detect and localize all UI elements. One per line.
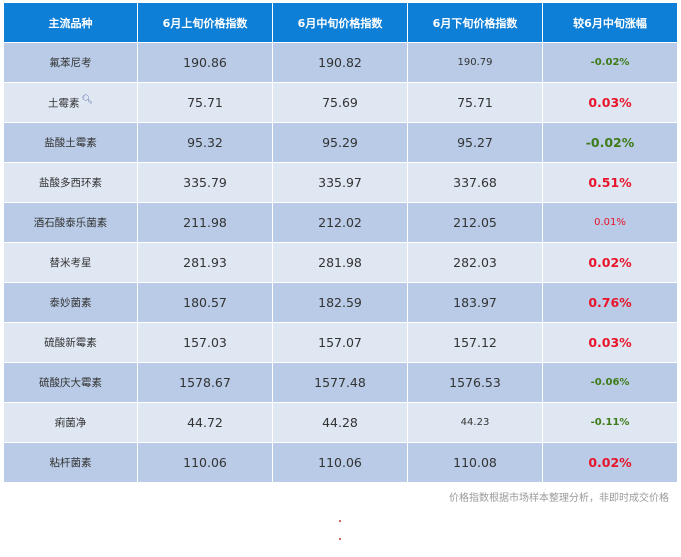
late-june-value: 337.68 <box>407 162 543 203</box>
mid-june-value: 95.29 <box>272 122 408 163</box>
table-row: 盐酸多西环素 335.79 335.97 337.68 0.51% <box>3 162 678 203</box>
variety-name: 氟苯尼考 <box>3 42 138 83</box>
mid-june-value: 212.02 <box>272 202 408 243</box>
change-value: 0.76% <box>542 282 678 323</box>
change-value: -0.11% <box>542 402 678 443</box>
table-row: 氟苯尼考 190.86 190.82 190.79 -0.02% <box>3 42 678 83</box>
table-row: 粘杆菌素 110.06 110.06 110.08 0.02% <box>3 442 678 483</box>
price-index-table-container: 主流品种 6月上旬价格指数 6月中旬价格指数 6月下旬价格指数 较6月中旬涨幅 … <box>3 2 678 483</box>
late-june-value: 183.97 <box>407 282 543 323</box>
table-row: 泰妙菌素 180.57 182.59 183.97 0.76% <box>3 282 678 323</box>
early-june-value: 211.98 <box>137 202 273 243</box>
mid-june-value: 44.28 <box>272 402 408 443</box>
change-value: -0.06% <box>542 362 678 403</box>
late-june-value: 110.08 <box>407 442 543 483</box>
change-value: -0.02% <box>542 42 678 83</box>
late-june-value: 157.12 <box>407 322 543 363</box>
variety-name-cell: 土霉素 🔍︎ <box>3 82 138 123</box>
late-june-value: 282.03 <box>407 242 543 283</box>
change-value: 0.02% <box>542 242 678 283</box>
table-row: 土霉素 🔍︎ 75.71 75.69 75.71 0.03% <box>3 82 678 123</box>
change-value: 0.03% <box>542 82 678 123</box>
early-june-value: 44.72 <box>137 402 273 443</box>
variety-name: 替米考星 <box>3 242 138 283</box>
late-june-value: 95.27 <box>407 122 543 163</box>
change-value: -0.02% <box>542 122 678 163</box>
mid-june-value: 1577.48 <box>272 362 408 403</box>
variety-name: 泰妙菌素 <box>3 282 138 323</box>
variety-name: 盐酸多西环素 <box>3 162 138 203</box>
variety-name: 盐酸土霉素 <box>3 122 138 163</box>
table-row: 硫酸新霉素 157.03 157.07 157.12 0.03% <box>3 322 678 363</box>
early-june-value: 335.79 <box>137 162 273 203</box>
early-june-value: 75.71 <box>137 82 273 123</box>
late-june-value: 1576.53 <box>407 362 543 403</box>
change-value: 0.51% <box>542 162 678 203</box>
magnifier-icon[interactable]: 🔍︎ <box>82 95 93 105</box>
mid-june-value: 157.07 <box>272 322 408 363</box>
variety-name: 土霉素 <box>48 97 80 110</box>
variety-name: 硫酸庆大霉素 <box>3 362 138 403</box>
variety-name: 痢菌净 <box>3 402 138 443</box>
footnote: 价格指数根据市场样本整理分析，非即时成交价格 <box>449 493 669 504</box>
variety-name: 酒石酸泰乐菌素 <box>3 202 138 243</box>
table-row: 酒石酸泰乐菌素 211.98 212.02 212.05 0.01% <box>3 202 678 243</box>
early-june-value: 110.06 <box>137 442 273 483</box>
table-header-row: 主流品种 6月上旬价格指数 6月中旬价格指数 6月下旬价格指数 较6月中旬涨幅 <box>3 2 678 43</box>
early-june-value: 180.57 <box>137 282 273 323</box>
late-june-value: 212.05 <box>407 202 543 243</box>
late-june-value: 44.23 <box>407 402 543 443</box>
header-late-june: 6月下旬价格指数 <box>407 2 543 43</box>
mid-june-value: 182.59 <box>272 282 408 323</box>
early-june-value: 95.32 <box>137 122 273 163</box>
header-change: 较6月中旬涨幅 <box>542 2 678 43</box>
header-mid-june: 6月中旬价格指数 <box>272 2 408 43</box>
mid-june-value: 75.69 <box>272 82 408 123</box>
early-june-value: 281.93 <box>137 242 273 283</box>
early-june-value: 1578.67 <box>137 362 273 403</box>
header-early-june: 6月上旬价格指数 <box>137 2 273 43</box>
price-index-table: 主流品种 6月上旬价格指数 6月中旬价格指数 6月下旬价格指数 较6月中旬涨幅 … <box>3 2 678 483</box>
header-variety: 主流品种 <box>3 2 138 43</box>
mid-june-value: 335.97 <box>272 162 408 203</box>
mid-june-value: 110.06 <box>272 442 408 483</box>
table-row: 硫酸庆大霉素 1578.67 1577.48 1576.53 -0.06% <box>3 362 678 403</box>
mid-june-value: 190.82 <box>272 42 408 83</box>
early-june-value: 157.03 <box>137 322 273 363</box>
change-value: 0.01% <box>542 202 678 243</box>
table-row: 盐酸土霉素 95.32 95.29 95.27 -0.02% <box>3 122 678 163</box>
early-june-value: 190.86 <box>137 42 273 83</box>
late-june-value: 190.79 <box>407 42 543 83</box>
decorative-dot <box>339 538 341 540</box>
late-june-value: 75.71 <box>407 82 543 123</box>
table-row: 替米考星 281.93 281.98 282.03 0.02% <box>3 242 678 283</box>
variety-name: 硫酸新霉素 <box>3 322 138 363</box>
variety-name: 粘杆菌素 <box>3 442 138 483</box>
change-value: 0.03% <box>542 322 678 363</box>
change-value: 0.02% <box>542 442 678 483</box>
decorative-dot <box>339 520 341 522</box>
table-row: 痢菌净 44.72 44.28 44.23 -0.11% <box>3 402 678 443</box>
mid-june-value: 281.98 <box>272 242 408 283</box>
